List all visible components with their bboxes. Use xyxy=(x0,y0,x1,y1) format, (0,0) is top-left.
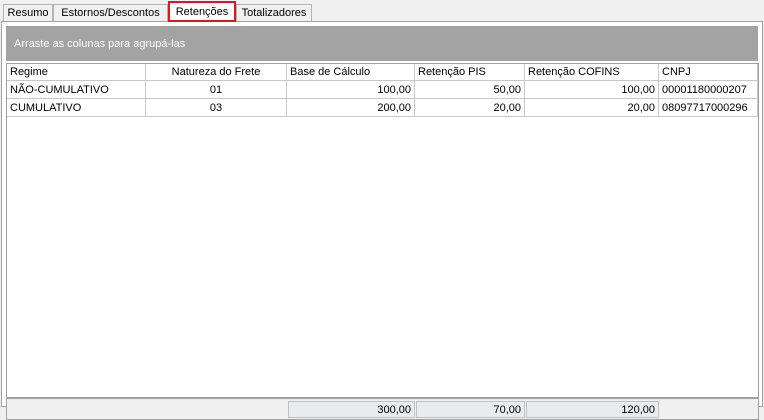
total-retencao-pis: 70,00 xyxy=(416,401,525,418)
tab-estornos-descontos[interactable]: Estornos/Descontos xyxy=(53,4,168,21)
cell-retencao-pis[interactable]: 20,00 xyxy=(415,99,525,117)
tab-label: Retenções xyxy=(175,6,229,18)
column-header-retencao-pis[interactable]: Retenção PIS xyxy=(415,64,525,81)
tab-totalizadores[interactable]: Totalizadores xyxy=(236,4,312,21)
cell-regime[interactable]: NÃO-CUMULATIVO xyxy=(7,81,146,99)
totals-footer: 300,00 70,00 120,00 xyxy=(6,398,759,420)
column-header-regime[interactable]: Regime xyxy=(7,64,146,81)
cell-base-de-calculo[interactable]: 100,00 xyxy=(287,81,415,99)
group-by-area[interactable]: Arraste as colunas para agrupá-las xyxy=(6,26,758,61)
cell-cnpj[interactable]: 08097717000296 xyxy=(659,99,758,117)
retencoes-grid[interactable]: Regime Natureza do Frete Base de Cálculo… xyxy=(6,63,759,398)
tab-resumo[interactable]: Resumo xyxy=(3,4,53,21)
tab-label: Totalizadores xyxy=(241,7,307,19)
cell-retencao-cofins[interactable]: 20,00 xyxy=(525,99,659,117)
cell-retencao-pis[interactable]: 50,00 xyxy=(415,81,525,99)
total-retencao-cofins: 120,00 xyxy=(526,401,659,418)
group-by-hint: Arraste as colunas para agrupá-las xyxy=(14,38,186,50)
cell-base-de-calculo[interactable]: 200,00 xyxy=(287,99,415,117)
column-header-cnpj[interactable]: CNPJ xyxy=(659,64,758,81)
retencoes-panel: Arraste as colunas para agrupá-las Regim… xyxy=(1,21,763,420)
cell-regime[interactable]: CUMULATIVO xyxy=(7,99,146,117)
column-header-base-de-calculo[interactable]: Base de Cálculo xyxy=(287,64,415,81)
total-base-de-calculo: 300,00 xyxy=(288,401,415,418)
cell-retencao-cofins[interactable]: 100,00 xyxy=(525,81,659,99)
tab-label: Estornos/Descontos xyxy=(61,7,160,19)
tab-retencoes[interactable]: Retenções xyxy=(168,1,236,22)
cell-natureza-do-frete[interactable]: 01 xyxy=(146,81,287,99)
column-header-natureza-do-frete[interactable]: Natureza do Frete xyxy=(146,64,287,81)
cell-cnpj[interactable]: 00001180000207 xyxy=(659,81,758,99)
cell-natureza-do-frete[interactable]: 03 xyxy=(146,99,287,117)
tab-bar: Resumo Estornos/Descontos Retenções Tota… xyxy=(0,0,764,22)
tab-label: Resumo xyxy=(7,7,49,19)
column-header-retencao-cofins[interactable]: Retenção COFINS xyxy=(525,64,659,81)
